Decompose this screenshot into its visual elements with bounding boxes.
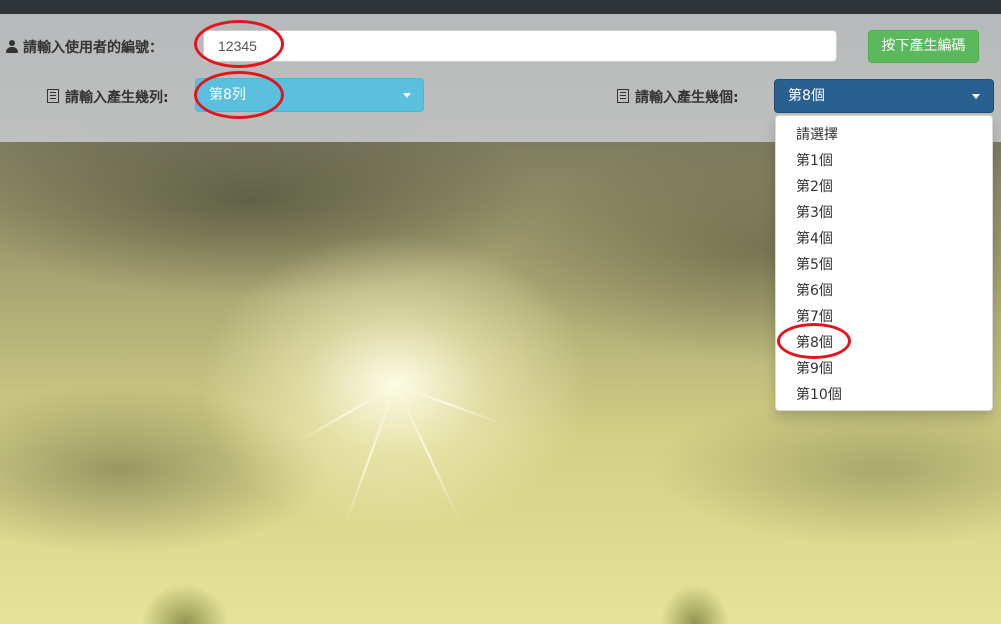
tree-silhouette <box>140 584 230 624</box>
rows-label: 請輸入產生幾列: <box>47 87 169 107</box>
dropdown-option[interactable]: 第3個 <box>776 200 992 226</box>
count-dropdown-menu: 請選擇 第1個 第2個 第3個 第4個 第5個 第6個 第7個 第8個 第9個 … <box>775 115 993 411</box>
user-id-label-text: 請輸入使用者的編號： <box>23 40 163 56</box>
dropdown-option[interactable]: 第5個 <box>776 252 992 278</box>
tree-silhouette <box>660 584 730 624</box>
rows-select[interactable]: 第8列 <box>195 78 424 112</box>
top-bar <box>0 0 1001 14</box>
dropdown-option[interactable]: 第6個 <box>776 278 992 304</box>
dropdown-option[interactable]: 第10個 <box>776 382 992 408</box>
dropdown-option[interactable]: 第1個 <box>776 148 992 174</box>
list-icon <box>47 89 59 103</box>
user-id-input[interactable] <box>203 30 837 62</box>
caret-down-icon <box>403 93 411 98</box>
rows-label-text: 請輸入產生幾列: <box>65 90 169 106</box>
dropdown-option[interactable]: 第2個 <box>776 174 992 200</box>
generate-code-button[interactable]: 按下產生編碼 <box>868 30 979 63</box>
count-select-value: 第8個 <box>788 88 825 104</box>
dropdown-option[interactable]: 第9個 <box>776 356 992 382</box>
list-icon <box>617 89 629 103</box>
dropdown-option[interactable]: 第8個 <box>776 330 992 356</box>
caret-down-icon <box>972 94 980 99</box>
user-id-label: 請輸入使用者的編號： <box>6 37 163 57</box>
rows-select-value: 第8列 <box>209 87 246 103</box>
dropdown-option[interactable]: 第4個 <box>776 226 992 252</box>
user-icon <box>6 40 18 53</box>
dropdown-option[interactable]: 請選擇 <box>776 122 992 148</box>
dropdown-option[interactable]: 第7個 <box>776 304 992 330</box>
count-select[interactable]: 第8個 <box>774 79 994 113</box>
count-label-text: 請輸入產生幾個: <box>635 90 739 106</box>
count-label: 請輸入產生幾個: <box>617 87 739 107</box>
